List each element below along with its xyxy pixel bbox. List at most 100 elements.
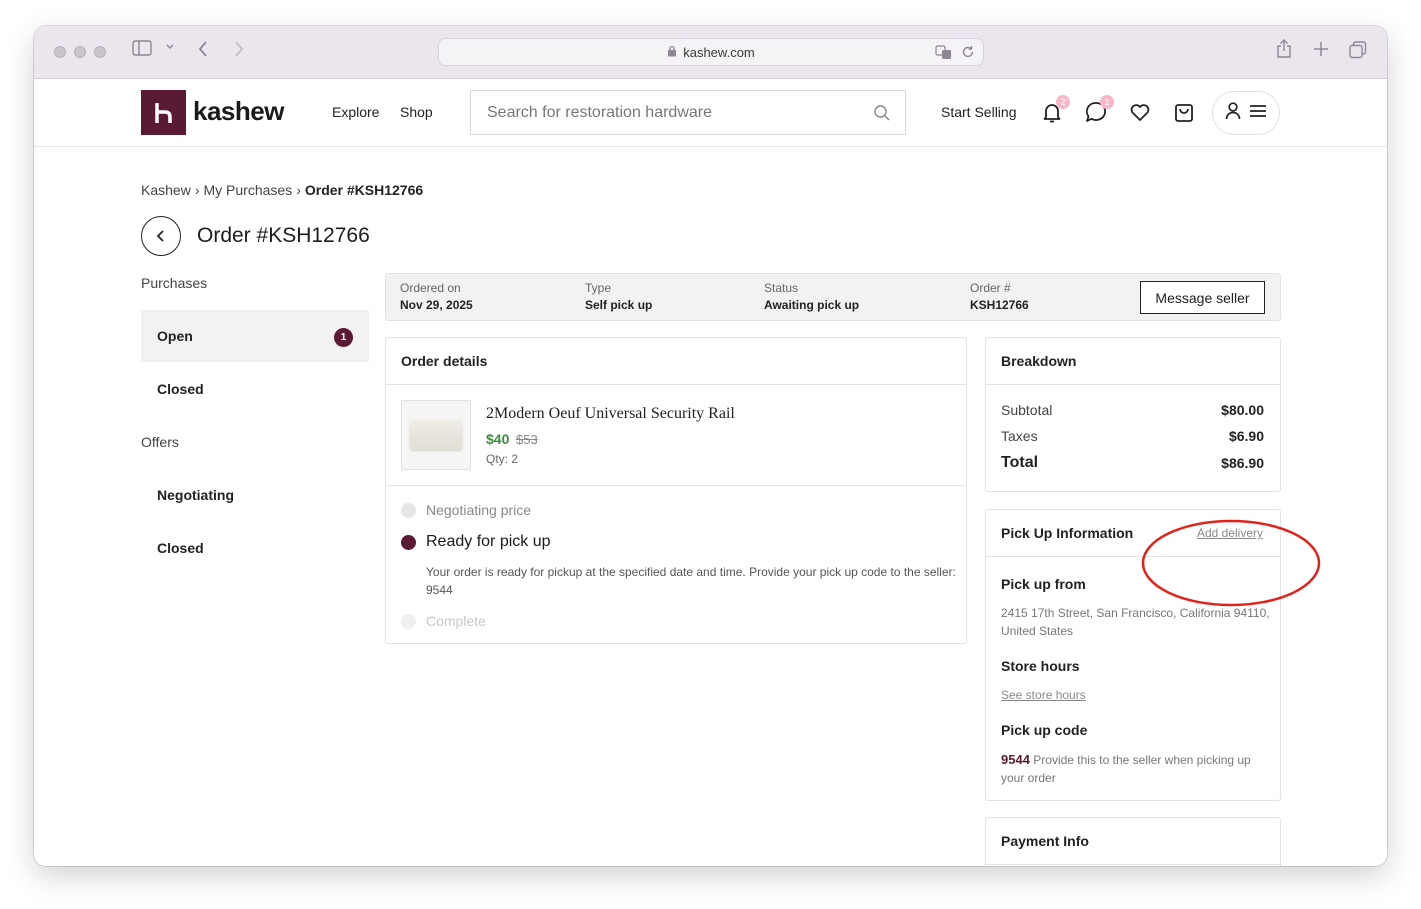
site-header: kashew Explore Shop Start Selling 2 1 [34, 79, 1387, 147]
account-menu-button[interactable] [1212, 91, 1280, 135]
search-icon[interactable] [873, 104, 891, 127]
sidebar-item-purchases-closed[interactable]: Closed [141, 363, 369, 415]
status-field: Status Awaiting pick up [764, 281, 859, 312]
step-label: Complete [426, 613, 486, 629]
ordered-on-label: Ordered on [400, 281, 461, 295]
status-value: Awaiting pick up [764, 298, 860, 312]
order-number-value: KSH12766 [970, 298, 1029, 312]
message-seller-button[interactable]: Message seller [1140, 281, 1265, 314]
logo-wordmark[interactable]: kashew [193, 96, 284, 127]
sidebar-item-label: Closed [157, 540, 204, 556]
lock-icon [667, 45, 677, 60]
breadcrumb-purchases-link[interactable]: My Purchases [203, 182, 292, 198]
type-field: Type Self pick up [585, 281, 652, 312]
product-row[interactable]: 2Modern Oeuf Universal Security Rail $40… [386, 385, 966, 486]
order-number-field: Order # KSH12766 [970, 281, 1029, 312]
pickup-address: 2415 17th Street, San Francisco, Califor… [1001, 606, 1270, 638]
step-label: Ready for pick up [426, 533, 551, 550]
logo-mark[interactable] [141, 90, 186, 135]
search-input[interactable] [487, 103, 857, 122]
step-description: Your order is ready for pickup at the sp… [426, 565, 956, 597]
pickup-code-label: Pick up code [1001, 722, 1088, 738]
purchases-heading: Purchases [141, 275, 208, 291]
taxes-label: Taxes [1001, 428, 1038, 444]
step-dot-icon [401, 534, 416, 550]
store-hours-label: Store hours [1001, 658, 1080, 674]
taxes-row: Taxes $6.90 [1001, 428, 1264, 444]
step-label: Negotiating price [426, 502, 532, 518]
order-details-card: Order details 2Modern Oeuf Universal Sec… [385, 337, 967, 644]
sidebar-item-open[interactable]: Open 1 [141, 310, 369, 362]
type-value: Self pick up [585, 298, 653, 312]
step-dot-icon [401, 502, 416, 518]
chevron-down-icon[interactable] [165, 42, 175, 52]
step-complete: Complete [401, 613, 486, 629]
address-bar[interactable]: kashew.com [438, 38, 984, 66]
order-summary-bar: Ordered on Nov 29, 2025 Type Self pick u… [385, 273, 1281, 321]
sidebar-toggle-icon[interactable] [132, 40, 152, 56]
chevron-left-icon [156, 230, 164, 242]
subtotal-label: Subtotal [1001, 402, 1053, 418]
chevron-right-icon: › [194, 182, 200, 198]
nav-shop-link[interactable]: Shop [400, 104, 433, 120]
product-quantity: Qty: 2 [486, 452, 519, 466]
reload-icon[interactable] [961, 44, 975, 63]
search-box [470, 90, 906, 135]
translate-icon[interactable] [935, 44, 953, 63]
subtotal-value: $80.00 [1221, 402, 1264, 418]
page-title: Order #KSH12766 [197, 224, 370, 247]
order-details-title: Order details [386, 338, 966, 385]
nav-explore-link[interactable]: Explore [332, 104, 379, 120]
breakdown-card: Breakdown Subtotal $80.00 Taxes $6.90 To… [985, 337, 1281, 492]
chevron-right-icon: › [296, 182, 301, 198]
product-name[interactable]: 2Modern Oeuf Universal Security Rail [486, 405, 735, 423]
total-value: $86.90 [1221, 455, 1264, 471]
tab-overview-icon[interactable] [1349, 41, 1367, 59]
browser-window: kashew.com kashew Explore Shop Search fo… [34, 26, 1387, 866]
messages-chat-icon[interactable]: 1 [1084, 95, 1114, 124]
pickup-code-value: 9544 [1001, 752, 1030, 767]
pickup-from-label: Pick up from [1001, 576, 1086, 592]
maximize-window-button[interactable] [94, 46, 106, 58]
shopping-bag-icon[interactable] [1172, 100, 1196, 124]
pickup-info-card: Pick Up Information Add delivery Pick up… [985, 509, 1281, 801]
breadcrumb: Kashew › My Purchases › Order #KSH12766 [141, 182, 423, 198]
sidebar-item-label: Closed [157, 381, 204, 397]
back-arrow-icon[interactable] [197, 40, 209, 58]
sidebar-item-negotiating[interactable]: Negotiating [141, 469, 369, 521]
ordered-on-value: Nov 29, 2025 [400, 298, 473, 312]
new-tab-icon[interactable] [1313, 41, 1329, 57]
back-button[interactable] [141, 216, 181, 256]
notifications-badge: 2 [1056, 95, 1070, 109]
step-negotiating: Negotiating price [401, 502, 531, 518]
product-thumbnail[interactable] [401, 400, 471, 470]
share-icon[interactable] [1276, 39, 1292, 59]
taxes-value: $6.90 [1228, 428, 1264, 444]
start-selling-link[interactable]: Start Selling [941, 104, 1016, 120]
hamburger-menu-icon [1249, 104, 1267, 123]
notifications-bell-icon[interactable]: 2 [1040, 95, 1070, 124]
breadcrumb-home-link[interactable]: Kashew [141, 182, 191, 198]
minimize-window-button[interactable] [74, 46, 86, 58]
close-window-button[interactable] [54, 46, 66, 58]
browser-toolbar: kashew.com [34, 26, 1387, 79]
open-count-badge: 1 [334, 328, 353, 347]
sidebar-item-label: Negotiating [157, 487, 234, 503]
pickup-info-header: Pick Up Information Add delivery [986, 510, 1280, 557]
payment-info-title: Payment Info [986, 818, 1280, 865]
see-store-hours-link[interactable]: See store hours [1001, 688, 1086, 702]
forward-arrow-icon[interactable] [233, 40, 245, 58]
total-label: Total [1001, 454, 1039, 471]
add-delivery-link[interactable]: Add delivery [1197, 526, 1263, 540]
page-content: kashew Explore Shop Start Selling 2 1 [34, 79, 1387, 866]
url-text: kashew.com [683, 44, 755, 60]
user-icon [1225, 101, 1241, 125]
heart-icon[interactable] [1128, 100, 1152, 124]
payment-info-card: Payment Info [985, 817, 1281, 866]
ordered-on-field: Ordered on Nov 29, 2025 [400, 281, 473, 312]
messages-badge: 1 [1100, 95, 1114, 109]
sidebar-item-offers-closed[interactable]: Closed [141, 522, 369, 574]
status-label: Status [764, 281, 799, 295]
pickup-code-line: 9544 Provide this to the seller when pic… [1001, 751, 1271, 787]
pickup-info-title: Pick Up Information [1001, 525, 1134, 541]
